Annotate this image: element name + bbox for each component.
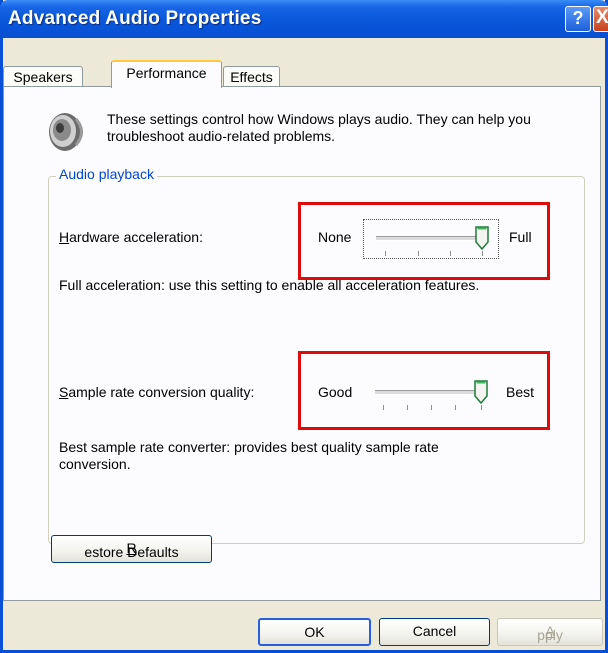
close-icon: X xyxy=(596,7,608,28)
hardware-acceleration-label-text: ardware acceleration: xyxy=(69,229,203,245)
sample-rate-label: Sample rate conversion quality: xyxy=(59,384,254,400)
sample-rate-mnemonic: S xyxy=(59,384,69,400)
cancel-button[interactable]: Cancel xyxy=(379,618,490,646)
close-button[interactable]: X xyxy=(593,6,608,32)
audio-playback-group-label: Audio playback xyxy=(56,166,157,182)
restore-defaults-button[interactable]: Restore Defaults xyxy=(51,535,212,563)
window-title: Advanced Audio Properties xyxy=(8,8,262,29)
hardware-acceleration-label: Hardware acceleration: xyxy=(59,229,203,245)
apply-label-text: pply xyxy=(537,627,563,643)
sample-rate-label-text: ample rate conversion quality: xyxy=(68,384,255,400)
apply-button[interactable]: Apply xyxy=(497,618,603,646)
highlight-box-sample-rate xyxy=(298,351,550,430)
help-button[interactable]: ? xyxy=(565,6,591,32)
sample-rate-description: Best sample rate converter: provides bes… xyxy=(59,439,439,472)
ok-button[interactable]: OK xyxy=(258,618,371,646)
tab-speakers-label: Speakers xyxy=(13,69,73,85)
tab-effects-label: Effects xyxy=(230,69,273,85)
title-bar[interactable]: Advanced Audio Properties ? X xyxy=(0,0,608,38)
intro-text: These settings control how Windows plays… xyxy=(107,111,531,144)
speaker-icon xyxy=(49,113,83,151)
restore-defaults-label: Restore Defaults xyxy=(52,540,211,560)
hardware-acceleration-mnemonic: H xyxy=(59,229,70,245)
help-icon: ? xyxy=(572,8,584,28)
tab-speakers[interactable]: Speakers xyxy=(3,66,83,86)
cancel-label: Cancel xyxy=(412,623,457,639)
restore-defaults-label-text: estore Defaults xyxy=(84,544,179,560)
tab-performance[interactable]: Performance xyxy=(111,60,222,88)
apply-label: Apply xyxy=(498,623,602,643)
tab-performance-label: Performance xyxy=(126,65,207,81)
highlight-box-hardware xyxy=(298,202,550,280)
ok-label: OK xyxy=(304,624,325,640)
tab-effects[interactable]: Effects xyxy=(223,66,280,86)
